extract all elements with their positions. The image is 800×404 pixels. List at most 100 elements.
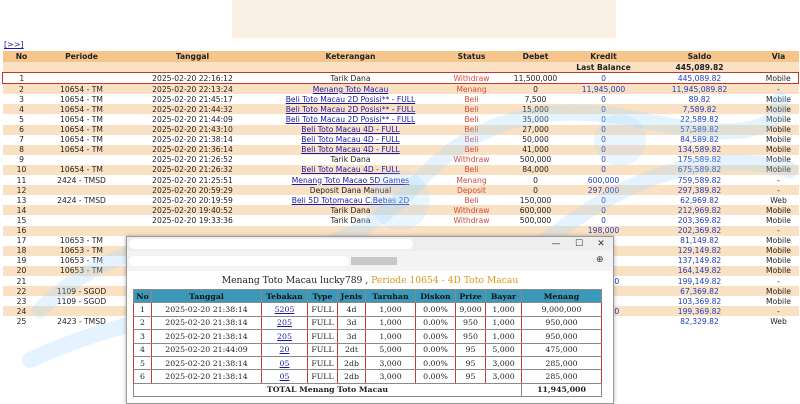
cell-kredit: 0 [566,134,641,145]
window-title [129,239,413,249]
cell-kredit: 0 [566,205,641,216]
table-row: 8 10654 - TM 2025-02-20 21:36:14 Beli Toto … [2,144,799,155]
cell-keterangan[interactable]: Menang Toto Macao 5D Games [262,175,439,186]
cell-keterangan: Tarik Dana [262,205,439,216]
cell-via: Mobile [758,265,799,276]
win-cell-taruhan: 1,000 [365,302,416,317]
cell-debet [504,225,567,236]
window-titlebar[interactable]: — ☐ ✕ [127,237,613,251]
cell-periode [40,154,123,165]
cell-no: 13 [2,195,41,206]
win-cell-tanggal: 2025-02-20 21:38:14 [151,355,262,371]
cell-saldo: 199,369.82 [640,306,759,317]
maximize-icon[interactable]: ☐ [568,237,590,251]
cell-via: Mobile [758,286,799,297]
cell-tanggal: 2025-02-20 21:44:09 [122,114,263,125]
cell-periode: 10654 - TM [40,144,123,155]
cell-debet: 0 [504,185,567,196]
cell-saldo: 89.82 [640,94,759,105]
win-cell-tebakan[interactable]: 205 [261,315,308,331]
win-detail-window[interactable]: — ☐ ✕ ⊕ Menang Toto Macau lucky789 , Per… [126,236,614,404]
cell-saldo: 134,589.82 [640,144,759,155]
cell-keterangan: Tarik Dana [262,154,439,165]
cell-tanggal: 2025-02-20 21:26:32 [122,164,263,176]
cell-via: - [758,185,799,196]
cell-saldo: 175,589.82 [640,154,759,165]
cell-tanggal: 2025-02-20 21:43:10 [122,124,263,135]
col-kredit: Kredit [566,51,641,62]
cell-keterangan[interactable]: Beli Toto Macau 2D Posisi** - FULL [262,94,439,105]
cell-periode: 10654 - TM [40,124,123,135]
cell-keterangan[interactable]: Beli Toto Macau 4D - FULL [262,134,439,145]
col-tanggal: Tanggal [122,51,263,62]
win-cell-bayar: 1,000 [485,315,522,331]
cell-saldo: 22,589.82 [640,114,759,125]
close-icon[interactable]: ✕ [590,237,612,251]
table-row: 2 10654 - TM 2025-02-20 22:13:24 Menang Tot… [2,83,799,95]
cell-saldo: 137,149.82 [640,255,759,266]
last-balance-value: 445,089.82 [640,62,759,73]
cell-keterangan[interactable]: Beli Toto Macau 2D Posisi** - FULL [262,104,439,115]
cell-tanggal: 2025-02-20 21:26:52 [122,154,263,165]
table-row: 5 10654 - TM 2025-02-20 21:44:09 Beli Toto … [2,114,799,125]
win-col-tebakan: Tebakan [261,288,308,304]
cell-debet: 0 [504,175,567,186]
last-balance-label: Last Balance [566,62,641,73]
heading-periode: Periode 10654 - 4D Toto Macau [371,275,519,286]
col-keterangan: Keterangan [262,51,439,62]
minimize-icon[interactable]: — [545,237,567,251]
cell-no: 22 [2,286,41,297]
win-cell-tebakan[interactable]: 205 [261,329,308,344]
cell-keterangan[interactable]: Beli Toto Macau 2D Posisi** - FULL [262,114,439,125]
cell-periode: 10653 - TM [40,265,123,276]
win-cell-menang: 950,000 [521,315,602,331]
cell-via: - [758,175,799,186]
win-cell-taruhan: 3,000 [365,369,416,384]
url-highlight [351,257,397,265]
cell-via: Mobile [758,134,799,145]
zoom-icon[interactable]: ⊕ [596,255,604,265]
cell-via: - [758,275,799,287]
win-cell-tebakan[interactable]: 05 [261,355,308,371]
cell-status: Withdraw [438,154,505,165]
win-cell-tebakan[interactable]: 05 [261,369,308,384]
cell-no: 1 [2,72,41,85]
win-cell-no: 4 [133,342,152,357]
popup-heading: Menang Toto Macau lucky789 , Periode 106… [127,275,613,286]
back-link[interactable]: [>>] [4,40,24,49]
win-col-tanggal: Tanggal [151,288,262,304]
cell-no: 10 [2,164,41,176]
cell-keterangan[interactable]: Beli Toto Macau 4D - FULL [262,124,439,135]
cell-periode: 10654 - TM [40,114,123,125]
win-cell-tanggal: 2025-02-20 21:38:14 [151,315,262,331]
url-field[interactable] [129,256,349,266]
cell-keterangan[interactable]: Beli 5D Totomacau C.Bebas 2D [262,195,439,206]
col-status: Status [438,51,505,62]
cell-status: Beli [438,164,505,176]
cell-no: 6 [2,124,41,135]
win-col-jenis: Jenis [337,288,366,304]
cell-debet: 35,000 [504,114,567,125]
table-row: 4 10654 - TM 2025-02-20 21:44:32 Beli Toto … [2,104,799,115]
cell-keterangan[interactable]: Menang Toto Macau [262,83,439,95]
win-cell-tebakan[interactable]: 20 [261,342,308,357]
cell-via: Mobile [758,94,799,105]
cell-debet: 11,500,000 [504,72,567,85]
cell-periode: 10654 - TM [40,83,123,95]
cell-periode: 2423 - TMSD [40,316,123,327]
cell-status: Beli [438,195,505,206]
cell-keterangan[interactable]: Beli Toto Macau 4D - FULL [262,164,439,176]
cell-keterangan: Deposit Dana Manual [262,185,439,196]
cell-status [438,225,505,236]
cell-saldo: 81,149.82 [640,235,759,246]
cell-keterangan[interactable]: Beli Toto Macau 4D - FULL [262,144,439,155]
cell-debet: 41,000 [504,144,567,155]
cell-kredit: 0 [566,94,641,105]
win-total-label: TOTAL Menang Toto Macau [133,382,522,398]
win-cell-no: 2 [133,315,152,331]
col-no: No [2,51,41,62]
cell-tanggal: 2025-02-20 21:38:14 [122,134,263,145]
cell-periode: 10653 - TM [40,255,123,266]
table-row: 16 198,000 202,369.82- [2,225,799,236]
win-cell-tebakan[interactable]: 5205 [261,302,308,317]
